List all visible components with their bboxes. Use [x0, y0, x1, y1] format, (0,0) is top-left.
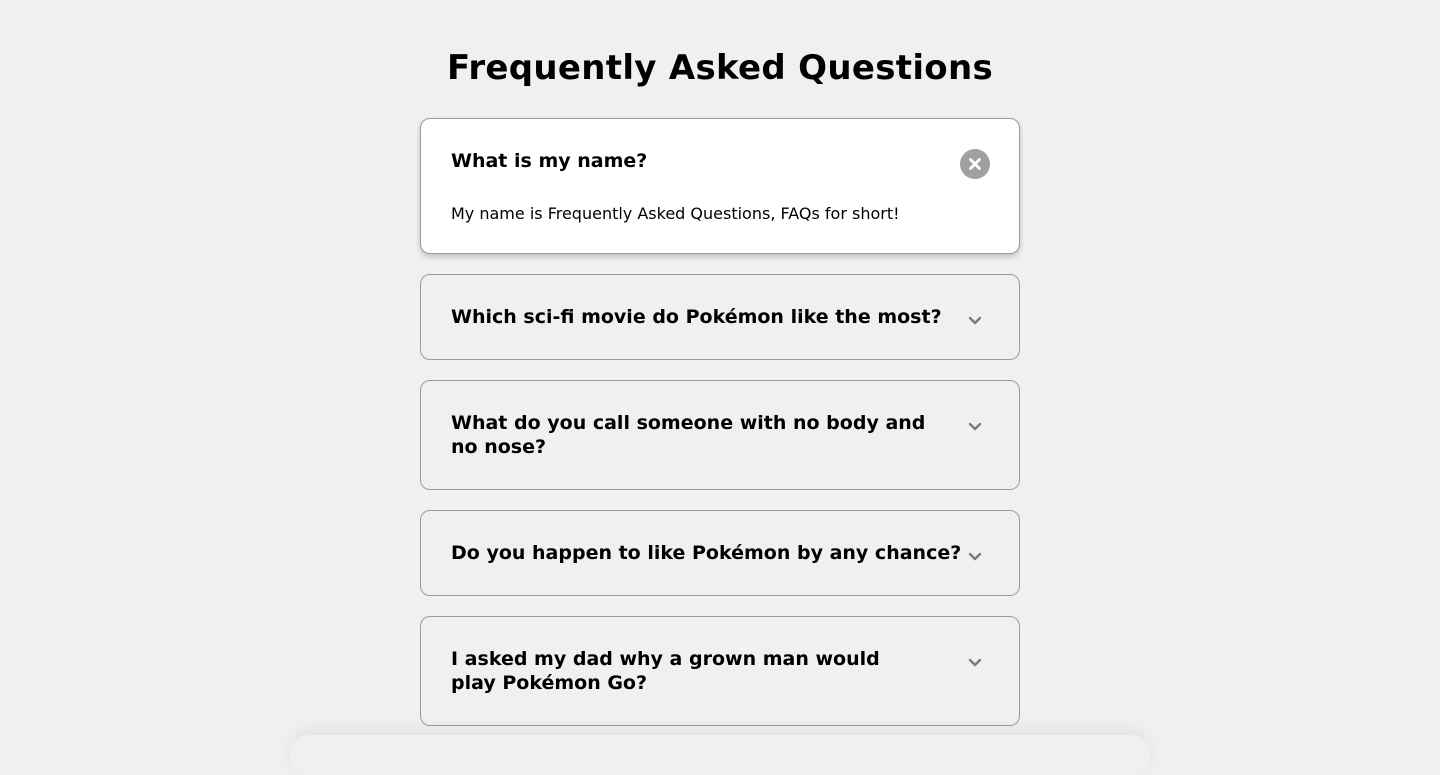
- faq-item[interactable]: I asked my dad why a grown man would pla…: [420, 616, 1020, 726]
- bottom-panel-edge: [290, 735, 1150, 775]
- faq-toggle-button[interactable]: [960, 149, 990, 179]
- faq-item[interactable]: What is my name? My name is Frequently A…: [420, 118, 1020, 254]
- faq-answer: My name is Frequently Asked Questions, F…: [451, 204, 900, 223]
- faq-question: Do you happen to like Pokémon by any cha…: [451, 542, 962, 564]
- faq-question: I asked my dad why a grown man would pla…: [451, 648, 880, 694]
- faq-toggle-button[interactable]: [960, 411, 990, 441]
- faq-toggle-button[interactable]: [960, 305, 990, 335]
- faq-item[interactable]: Do you happen to like Pokémon by any cha…: [420, 510, 1020, 596]
- faq-question: What is my name?: [451, 150, 648, 172]
- chevron-down-icon: [968, 422, 982, 431]
- faq-question: Which sci-fi movie do Pokémon like the m…: [451, 306, 942, 328]
- faq-question: What do you call someone with no body an…: [451, 412, 926, 458]
- chevron-down-icon: [968, 552, 982, 561]
- page-title: Frequently Asked Questions: [447, 48, 993, 88]
- faq-item[interactable]: What do you call someone with no body an…: [420, 380, 1020, 490]
- chevron-down-icon: [968, 316, 982, 325]
- close-icon: [969, 158, 981, 170]
- faq-toggle-button[interactable]: [960, 647, 990, 677]
- chevron-down-icon: [968, 658, 982, 667]
- faq-toggle-button[interactable]: [960, 541, 990, 571]
- faq-item[interactable]: Which sci-fi movie do Pokémon like the m…: [420, 274, 1020, 360]
